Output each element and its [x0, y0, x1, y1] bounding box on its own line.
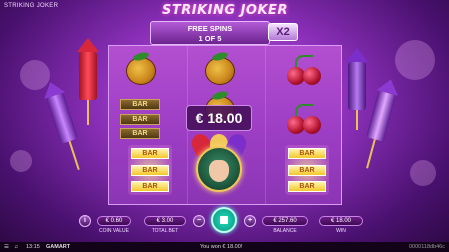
sound-icon[interactable]: ♫: [14, 242, 18, 252]
coin-value-display[interactable]: € 0.60: [97, 216, 131, 226]
win-label: WIN: [336, 228, 346, 234]
bar-label: BAR: [120, 113, 160, 125]
triple-bar-symbol-winning: BAR BAR BAR: [285, 145, 329, 195]
multiplier-badge: X2: [268, 23, 298, 41]
brand-logo: GAMART: [46, 244, 71, 250]
stop-icon: [220, 216, 228, 224]
win-display: € 18.00: [319, 216, 363, 226]
total-bet-display[interactable]: € 3.00: [144, 216, 186, 226]
win-amount-display: € 18.00: [186, 105, 252, 131]
decrease-bet-button[interactable]: −: [193, 215, 205, 227]
bar-label: BAR: [120, 128, 160, 139]
cherry-symbol: [285, 104, 323, 134]
free-spins-label: FREE SPINS: [187, 24, 233, 33]
orange-symbol: [126, 57, 156, 85]
bokeh-light: [410, 160, 436, 186]
round-id: 0000118db46c: [409, 244, 445, 250]
joker-face: [209, 160, 229, 182]
bar-label: BAR: [131, 148, 169, 159]
bar-label: BAR: [288, 148, 326, 159]
spin-stop-button[interactable]: [211, 207, 237, 233]
bar-label: BAR: [131, 181, 169, 192]
total-bet-label: TOTAL BET: [151, 228, 179, 234]
reel-separator: [265, 46, 266, 204]
menu-icon[interactable]: ☰: [4, 242, 9, 252]
triple-bar-symbol-winning: BAR BAR BAR: [128, 145, 172, 195]
cherry-symbol: [285, 55, 323, 85]
coin-value-label: COIN VALUE: [99, 228, 129, 234]
game-logo: STRIKING JOKER: [162, 3, 288, 18]
balance-display: € 257.60: [262, 216, 308, 226]
balance-label: BALANCE: [273, 228, 297, 234]
status-bar: ☰ ♫ 13:15 GAMART You won € 18.00! 000011…: [0, 242, 449, 252]
bokeh-light: [395, 40, 435, 80]
clock-time: 13:15: [26, 244, 40, 250]
info-button[interactable]: i: [79, 215, 91, 227]
bokeh-light: [10, 150, 32, 172]
free-spins-panel: FREE SPINS 1 OF 5: [150, 21, 270, 45]
triple-bar-symbol: BAR BAR BAR: [120, 99, 160, 139]
bar-label: BAR: [288, 181, 326, 192]
free-spins-progress: 1 OF 5: [198, 34, 222, 43]
bar-label: BAR: [131, 164, 169, 176]
game-title: STRIKING JOKER: [4, 3, 59, 9]
bar-label: BAR: [120, 99, 160, 110]
orange-symbol: [205, 57, 235, 85]
bar-label: BAR: [288, 164, 326, 176]
win-message: You won € 18.00!: [200, 244, 243, 250]
increase-bet-button[interactable]: +: [244, 215, 256, 227]
